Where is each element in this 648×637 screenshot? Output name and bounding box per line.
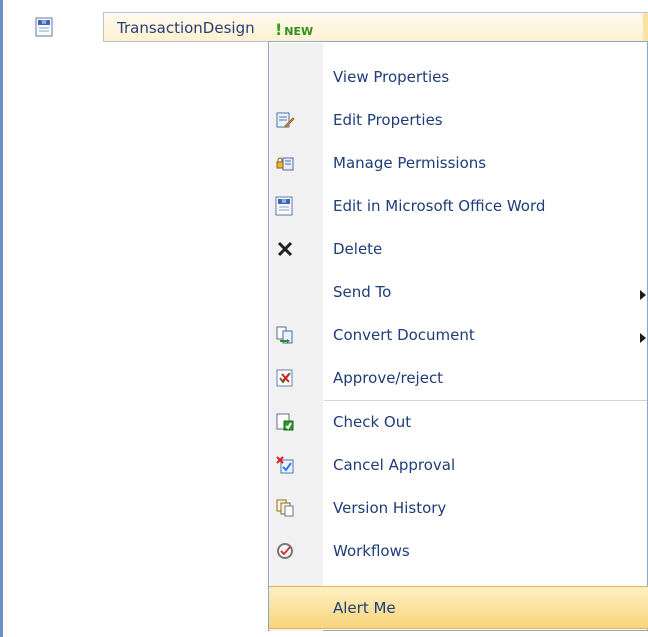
menu-item-check-out[interactable]: Check Out <box>269 401 648 444</box>
chevron-down-icon[interactable] <box>643 13 648 41</box>
word-document-icon: W <box>35 17 55 37</box>
menu-item-label: Delete <box>333 240 383 258</box>
menu-item-manage-permissions[interactable]: Manage Permissions <box>269 142 648 185</box>
delete-icon <box>275 239 295 259</box>
menu-item-edit-in-word[interactable]: W Edit in Microsoft Office Word <box>269 185 648 228</box>
document-context-menu: View Properties Edit Properties Manage P… <box>268 41 648 631</box>
convert-document-icon <box>275 325 295 345</box>
menu-item-label: View Properties <box>333 68 450 86</box>
manage-permissions-icon <box>275 153 295 173</box>
menu-item-label: Manage Permissions <box>333 154 487 172</box>
menu-item-convert-document[interactable]: Convert Document <box>269 314 648 357</box>
svg-text:W: W <box>42 20 47 26</box>
menu-item-label: Edit Properties <box>333 111 443 129</box>
menu-item-label: Send To <box>333 283 392 301</box>
document-title[interactable]: TransactionDesign <box>117 19 255 37</box>
workflows-icon <box>275 541 295 561</box>
menu-item-label: Cancel Approval <box>333 456 456 474</box>
menu-item-version-history[interactable]: Version History <box>269 487 648 530</box>
new-badge: ! NEW <box>275 20 314 39</box>
new-indicator-icon: ! <box>275 20 283 39</box>
approve-reject-icon <box>275 368 295 388</box>
menu-item-label: Alert Me <box>333 599 396 617</box>
submenu-arrow-icon <box>639 286 647 300</box>
cancel-approval-icon <box>275 455 295 475</box>
menu-item-label: Edit in Microsoft Office Word <box>333 197 546 215</box>
menu-item-label: Approve/reject <box>333 369 444 387</box>
submenu-arrow-icon <box>639 329 647 343</box>
menu-item-delete[interactable]: Delete <box>269 228 648 271</box>
menu-item-label: Version History <box>333 499 447 517</box>
document-title-dropdown[interactable]: TransactionDesign ! NEW <box>103 12 648 42</box>
menu-item-label: Check Out <box>333 413 412 431</box>
left-border <box>0 0 3 637</box>
menu-item-workflows[interactable]: Workflows <box>269 530 648 573</box>
menu-item-send-to[interactable]: Send To <box>269 271 648 314</box>
version-history-icon <box>275 498 295 518</box>
menu-item-alert-me[interactable]: Alert Me <box>269 586 648 629</box>
svg-text:W: W <box>282 199 287 205</box>
menu-item-approve-reject[interactable]: Approve/reject <box>269 357 648 400</box>
menu-item-cancel-approval[interactable]: Cancel Approval <box>269 444 648 487</box>
menu-item-edit-properties[interactable]: Edit Properties <box>269 99 648 142</box>
menu-item-view-properties[interactable]: View Properties <box>269 56 648 99</box>
menu-item-label: Workflows <box>333 542 410 560</box>
edit-properties-icon <box>275 110 295 130</box>
word-document-icon: W <box>275 196 295 216</box>
menu-item-label: Convert Document <box>333 326 475 344</box>
check-out-icon <box>275 412 295 432</box>
